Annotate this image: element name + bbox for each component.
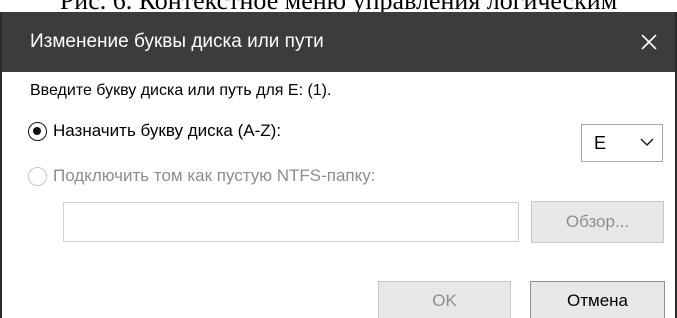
chevron-down-icon <box>640 138 654 147</box>
figure-caption: Рис. 6. Контекстное меню управления логи… <box>0 0 677 12</box>
browse-button[interactable]: Обзор... <box>531 201 664 243</box>
dialog-titlebar: Изменение буквы диска или пути <box>2 12 675 72</box>
assign-letter-option[interactable]: Назначить букву диска (A-Z): <box>28 121 281 141</box>
folder-path-input[interactable] <box>63 202 519 242</box>
mount-folder-radio[interactable] <box>28 166 47 186</box>
drive-letter-value: E <box>594 133 607 153</box>
mount-folder-option[interactable]: Подключить том как пустую NTFS-папку: <box>28 166 375 186</box>
dialog-title: Изменение буквы диска или пути <box>30 31 324 52</box>
close-icon <box>641 34 657 50</box>
radio-selected-dot <box>33 126 41 135</box>
change-drive-letter-dialog: Изменение буквы диска или пути <box>0 12 677 318</box>
cancel-button[interactable]: Отмена <box>530 281 665 318</box>
drive-letter-select[interactable]: E <box>581 124 663 162</box>
ok-button[interactable]: OK <box>378 281 511 318</box>
mount-folder-label: Подключить том как пустую NTFS-папку: <box>53 166 376 185</box>
dialog-prompt: Введите букву диска или путь для E: (1). <box>30 82 332 99</box>
assign-letter-label: Назначить букву диска (A-Z): <box>53 121 282 140</box>
assign-letter-radio[interactable] <box>28 121 47 141</box>
close-button[interactable] <box>629 22 669 62</box>
